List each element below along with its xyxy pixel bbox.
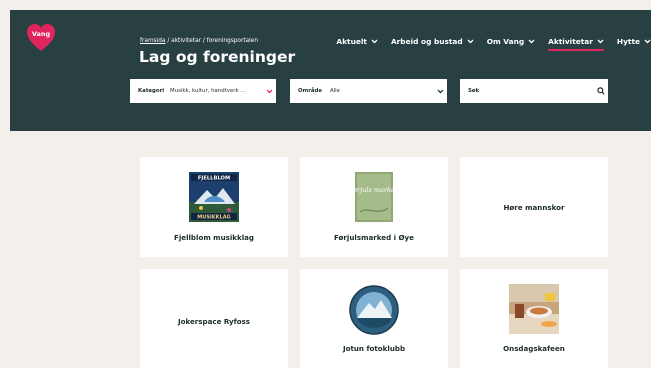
chevron-down-icon xyxy=(644,39,651,44)
card-jotun-fotoklubb[interactable]: Jotun fotoklubb xyxy=(300,269,448,368)
nav-item-arbeid-og-bustad[interactable]: Arbeid og bustad xyxy=(378,37,474,46)
card-title: Jotun fotoklubb xyxy=(342,344,406,353)
nav-item-aktivitetar[interactable]: Aktivitetar xyxy=(535,36,604,51)
card-fjellblom-musikklag[interactable]: FJELLBLOM MUSIKKLAG Fjellblom musikklag xyxy=(140,157,288,257)
kategori-select[interactable]: Kategori Musikk, kultur, handtverk ... xyxy=(130,79,276,103)
search-input[interactable] xyxy=(500,79,594,103)
forjulsmarked-logo-image: Førjuls marked xyxy=(355,172,393,222)
forjulsmarked-logo-text: Førjuls marked xyxy=(355,186,393,194)
kategori-value: Musikk, kultur, handtverk ... xyxy=(170,88,246,94)
logo-text: Vang xyxy=(32,30,51,38)
search-icon[interactable] xyxy=(594,87,608,95)
card-onsdagskafeen[interactable]: Onsdagskafeen xyxy=(460,269,608,368)
chevron-down-icon xyxy=(467,39,474,44)
fjellblom-logo-top-text: FJELLBLOM xyxy=(198,176,230,182)
nav-item-aktuelt[interactable]: Aktuelt xyxy=(323,37,378,46)
fjellblom-logo-image: FJELLBLOM MUSIKKLAG xyxy=(189,172,239,222)
card-title: Høre mannskor xyxy=(503,203,565,212)
page-background: Vang Aktuelt Arbeid og bustad Om Vang Ak… xyxy=(0,0,651,368)
nav-label: Arbeid og bustad xyxy=(390,36,463,46)
omrade-value: Alle xyxy=(330,88,340,94)
nav-label: Om Vang xyxy=(486,36,525,46)
search-label: Søk xyxy=(468,88,480,94)
chevron-down-icon xyxy=(433,89,447,94)
breadcrumb-current: foreningsportalen xyxy=(206,38,259,44)
nav-label: Aktuelt xyxy=(336,36,367,46)
search-box: Søk xyxy=(460,79,608,103)
vang-logo[interactable]: Vang xyxy=(26,24,56,52)
card-hore-mannskor[interactable]: Høre mannskor xyxy=(460,157,608,257)
breadcrumb-home-link[interactable]: framsida xyxy=(140,38,166,44)
kategori-label: Kategori xyxy=(138,88,165,94)
jotun-fotoklubb-logo-image xyxy=(349,285,399,335)
page-title: Lag og foreninger xyxy=(139,48,296,66)
breadcrumb-aktivitetar[interactable]: aktivitetar xyxy=(171,38,201,44)
card-title: Jokerspace Ryfoss xyxy=(177,317,251,326)
omrade-select[interactable]: Område Alle xyxy=(290,79,447,103)
chevron-down-icon xyxy=(528,39,535,44)
nav-label: Hytte xyxy=(616,36,640,46)
card-title: Fjellblom musikklag xyxy=(173,233,255,242)
nav-item-hytte[interactable]: Hytte xyxy=(604,37,651,46)
card-title: Førjulsmarked i Øye xyxy=(334,233,414,242)
omrade-label: Område xyxy=(298,88,323,94)
fjellblom-logo-bottom-text: MUSIKKLAG xyxy=(197,215,230,221)
onsdagskafeen-photo xyxy=(509,284,559,334)
main-nav: Aktuelt Arbeid og bustad Om Vang Aktivit… xyxy=(323,34,651,51)
chevron-down-icon xyxy=(597,39,604,44)
card-forjulsmarked-i-oye[interactable]: Førjuls marked Førjulsmarked i Øye xyxy=(300,157,448,257)
nav-label: Aktivitetar xyxy=(548,36,593,46)
chevron-down-icon xyxy=(371,39,378,44)
card-jokerspace-ryfoss[interactable]: Jokerspace Ryfoss xyxy=(140,269,288,368)
chevron-down-icon xyxy=(262,89,276,94)
card-title: Onsdagskafeen xyxy=(503,344,565,353)
nav-item-om-vang[interactable]: Om Vang xyxy=(474,37,535,46)
breadcrumb: framsida / aktivitetar / foreningsportal… xyxy=(140,38,258,44)
site-header: Vang Aktuelt Arbeid og bustad Om Vang Ak… xyxy=(10,10,651,131)
